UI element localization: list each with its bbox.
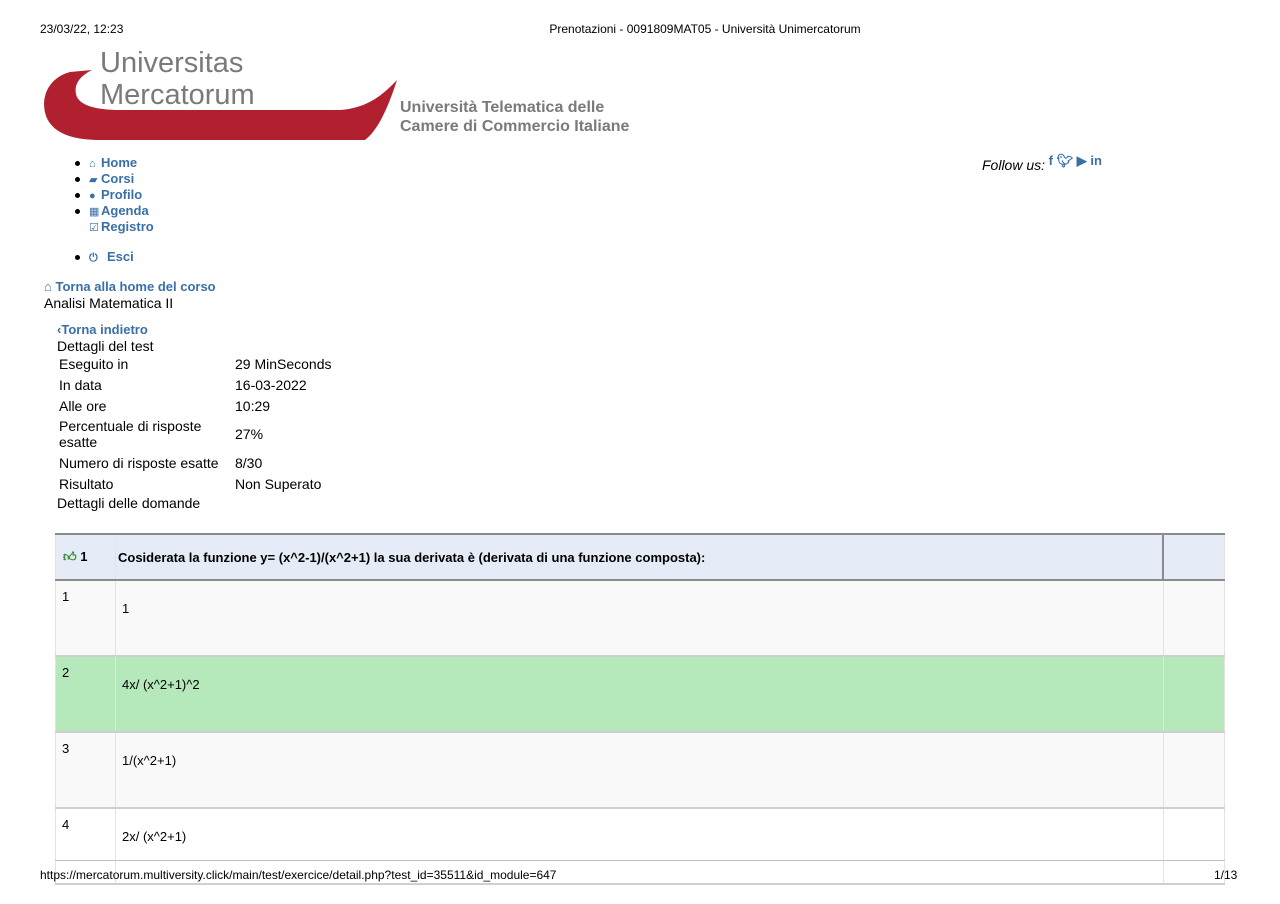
answer-number: 3 xyxy=(55,731,116,809)
twitter-icon[interactable]: 🐦︎ xyxy=(1057,153,1074,168)
logo-tagline2: Camere di Commercio Italiane xyxy=(400,118,630,135)
questions-title: Dettagli delle domande xyxy=(57,495,201,511)
follow-us: Follow us: f 🐦︎ ▶ in xyxy=(982,152,1102,173)
question-table: 👍︎ 1 Cosiderata la funzione y= (x^2-1)/(… xyxy=(55,533,1225,885)
footer-divider xyxy=(55,860,1225,861)
detail-value: 10:29 xyxy=(235,397,271,414)
detail-row: Alle ore 10:29 xyxy=(55,395,336,416)
nav-item-home[interactable]: ⌂ Home xyxy=(75,155,154,171)
nav-corsi-label[interactable]: Corsi xyxy=(101,171,134,186)
question-number: 1 xyxy=(80,549,88,564)
nav-home-label[interactable]: Home xyxy=(101,155,137,170)
answer-text: 4x/ (x^2+1)^2 xyxy=(115,655,1164,733)
detail-value: Non Superato xyxy=(235,475,322,492)
detail-row: In data 16-03-2022 xyxy=(55,374,336,395)
answer-row: 1 1 xyxy=(55,579,1225,657)
nav-item-agenda[interactable]: ▦ Agenda xyxy=(75,203,154,219)
nav-profilo-label[interactable]: Profilo xyxy=(101,187,142,202)
nav-item-esci[interactable]: ⏻ Esci xyxy=(75,249,154,265)
detail-row: Risultato Non Superato xyxy=(55,473,336,494)
detail-row: Eseguito in 29 MinSeconds xyxy=(55,354,336,374)
detail-label: Numero di risposte esatte xyxy=(59,454,219,471)
question-number-cell: 👍︎ 1 xyxy=(55,533,116,581)
print-page-number: 1/13 xyxy=(1214,868,1238,882)
detail-row: Numero di risposte esatte 8/30 xyxy=(55,452,336,473)
follow-label: Follow us: xyxy=(982,157,1046,173)
user-icon: ● xyxy=(89,190,96,202)
logo-line1: Universitas xyxy=(100,47,244,79)
details-title: Dettagli del test xyxy=(57,338,154,354)
print-title: Prenotazioni - 0091809MAT05 - Università… xyxy=(549,22,861,36)
thumbs-up-icon: 👍︎ xyxy=(63,549,77,564)
detail-label: Alle ore xyxy=(59,397,107,414)
question-text: Cosiderata la funzione y= (x^2-1)/(x^2+1… xyxy=(115,533,1164,581)
detail-row: Percentuale di risposte esatte 27% xyxy=(55,416,336,452)
nav-item-profilo[interactable]: ● Profilo xyxy=(75,187,154,203)
nav-esci-label[interactable]: Esci xyxy=(107,249,134,264)
detail-label: Eseguito in xyxy=(59,356,129,372)
facebook-icon[interactable]: f xyxy=(1049,153,1053,168)
answer-row: 3 1/(x^2+1) xyxy=(55,731,1225,809)
back-home-link[interactable]: ⌂ Torna alla home del corso xyxy=(44,279,216,294)
linkedin-icon[interactable]: in xyxy=(1090,153,1102,168)
back-home-label[interactable]: Torna alla home del corso xyxy=(55,279,215,294)
main-nav: ⌂ Home ▰ Corsi ● Profilo ▦ Agenda ☑ Registro … xyxy=(75,155,154,265)
course-name: Analisi Matematica II xyxy=(44,295,174,311)
home-icon: ⌂ xyxy=(89,158,96,170)
nav-item-registro[interactable]: ☑ Registro xyxy=(75,219,154,235)
question-header-row: 👍︎ 1 Cosiderata la funzione y= (x^2-1)/(… xyxy=(55,533,1225,581)
book-icon: ▰ xyxy=(89,174,98,186)
nav-item-corsi[interactable]: ▰ Corsi xyxy=(75,171,154,187)
answer-row-correct: 2 4x/ (x^2+1)^2 xyxy=(55,655,1225,733)
universitas-mercatorum-logo[interactable]: Universitas Mercatorum Università Telema… xyxy=(40,47,650,145)
nav-registro-label[interactable]: Registro xyxy=(101,219,154,234)
calendar-icon: ▦ xyxy=(89,206,100,218)
nav-agenda-label[interactable]: Agenda xyxy=(101,203,149,218)
detail-value: 29 MinSeconds xyxy=(235,356,332,372)
logo-tagline1: Università Telematica delle xyxy=(400,99,605,116)
print-url: https://mercatorum.multiversity.click/ma… xyxy=(40,868,557,882)
detail-value: 16-03-2022 xyxy=(235,376,307,393)
detail-label: In data xyxy=(59,376,102,393)
detail-label: Risultato xyxy=(59,475,114,492)
youtube-icon[interactable]: ▶ xyxy=(1077,153,1087,168)
detail-label: Percentuale di risposte esatte xyxy=(59,418,202,450)
home-icon: ⌂ xyxy=(44,279,52,294)
power-icon: ⏻ xyxy=(89,252,98,264)
check-square-icon: ☑ xyxy=(89,222,99,234)
detail-value: 27% xyxy=(235,426,264,442)
test-details-table: Eseguito in 29 MinSeconds In data 16-03-20… xyxy=(55,354,336,494)
detail-value: 8/30 xyxy=(235,454,263,471)
answer-number: 1 xyxy=(55,579,116,657)
answer-text: 1/(x^2+1) xyxy=(115,731,1164,809)
logo-line2: Mercatorum xyxy=(100,79,255,111)
back-link[interactable]: ‹Torna indietro xyxy=(57,322,148,337)
answer-number: 2 xyxy=(55,655,116,733)
answer-text: 1 xyxy=(115,579,1164,657)
back-label[interactable]: Torna indietro xyxy=(61,322,147,337)
